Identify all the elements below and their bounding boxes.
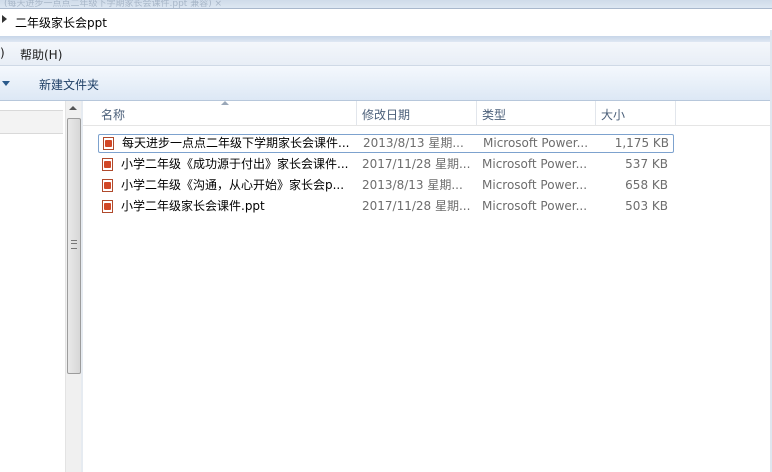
column-divider[interactable] [356, 101, 357, 125]
file-type: Microsoft Power... [482, 157, 588, 171]
breadcrumb-arrow-icon[interactable] [2, 15, 7, 23]
file-type: Microsoft Power... [482, 199, 588, 213]
window-title-ghost: (每天进步一点点二年级下学期家长会课件.ppt 兼容) × [4, 0, 223, 8]
file-name: 小学二年级《成功源于付出》家长会课件... [121, 157, 349, 171]
column-header-size[interactable]: 大小 [601, 106, 625, 123]
file-size: 658 KB [625, 178, 668, 192]
file-name: 每天进步一点点二年级下学期家长会课件... [122, 136, 350, 150]
menu-item-truncated[interactable]: ) [0, 46, 5, 60]
file-size: 503 KB [625, 199, 668, 213]
nav-pane-scrollbar[interactable] [65, 101, 81, 472]
breadcrumb-current-folder[interactable]: 二年级家长会ppt [15, 14, 107, 31]
column-divider[interactable] [675, 101, 676, 125]
file-type: Microsoft Power... [483, 136, 589, 150]
navigation-pane [0, 101, 65, 472]
scrollbar-thumb[interactable] [67, 118, 81, 374]
menu-bar: ) 帮助(H) [0, 42, 772, 66]
command-toolbar: 新建文件夹 [0, 66, 772, 101]
column-header-date[interactable]: 修改日期 [362, 106, 410, 123]
file-date: 2013/8/13 星期... [363, 136, 464, 150]
new-folder-button[interactable]: 新建文件夹 [39, 76, 99, 93]
file-list: 名称 修改日期 类型 大小 每天进步一点点二年级下学期家长会课件... 2013… [83, 101, 772, 472]
file-row[interactable]: 小学二年级家长会课件.ppt 2017/11/28 星期... Microsof… [98, 197, 672, 216]
file-name: 小学二年级家长会课件.ppt [121, 199, 265, 213]
file-row[interactable]: 每天进步一点点二年级下学期家长会课件... 2013/8/13 星期... Mi… [98, 134, 674, 153]
file-size: 537 KB [625, 157, 668, 171]
address-bar[interactable]: 二年级家长会ppt [0, 8, 772, 37]
column-divider[interactable] [476, 101, 477, 125]
file-date: 2013/8/13 星期... [362, 178, 463, 192]
powerpoint-file-icon [102, 158, 113, 171]
file-row[interactable]: 小学二年级《沟通，从心开始》家长会p... 2013/8/13 星期... Mi… [98, 176, 672, 195]
powerpoint-file-icon [102, 179, 113, 192]
column-header-row: 名称 修改日期 类型 大小 [83, 101, 772, 126]
file-date: 2017/11/28 星期... [362, 199, 471, 213]
organize-dropdown-icon[interactable] [2, 81, 10, 86]
file-size: 1,175 KB [614, 136, 669, 150]
file-name: 小学二年级《沟通，从心开始》家长会p... [121, 178, 345, 192]
powerpoint-file-icon [102, 200, 113, 213]
file-date: 2017/11/28 星期... [362, 157, 471, 171]
window-title-strip: (每天进步一点点二年级下学期家长会课件.ppt 兼容) × [0, 0, 772, 8]
scrollbar-grip-icon [71, 240, 77, 249]
column-header-type[interactable]: 类型 [482, 106, 506, 123]
column-divider[interactable] [595, 101, 596, 125]
scroll-up-arrow-icon[interactable] [69, 106, 77, 110]
menu-item-help[interactable]: 帮助(H) [20, 46, 62, 63]
explorer-window: (每天进步一点点二年级下学期家长会课件.ppt 兼容) × 二年级家长会ppt … [0, 0, 772, 472]
column-header-name[interactable]: 名称 [101, 106, 125, 123]
powerpoint-file-icon [103, 137, 114, 150]
file-type: Microsoft Power... [482, 178, 588, 192]
file-row[interactable]: 小学二年级《成功源于付出》家长会课件... 2017/11/28 星期... M… [98, 155, 672, 174]
sort-ascending-icon [221, 101, 229, 105]
nav-selected-item[interactable] [0, 110, 63, 134]
